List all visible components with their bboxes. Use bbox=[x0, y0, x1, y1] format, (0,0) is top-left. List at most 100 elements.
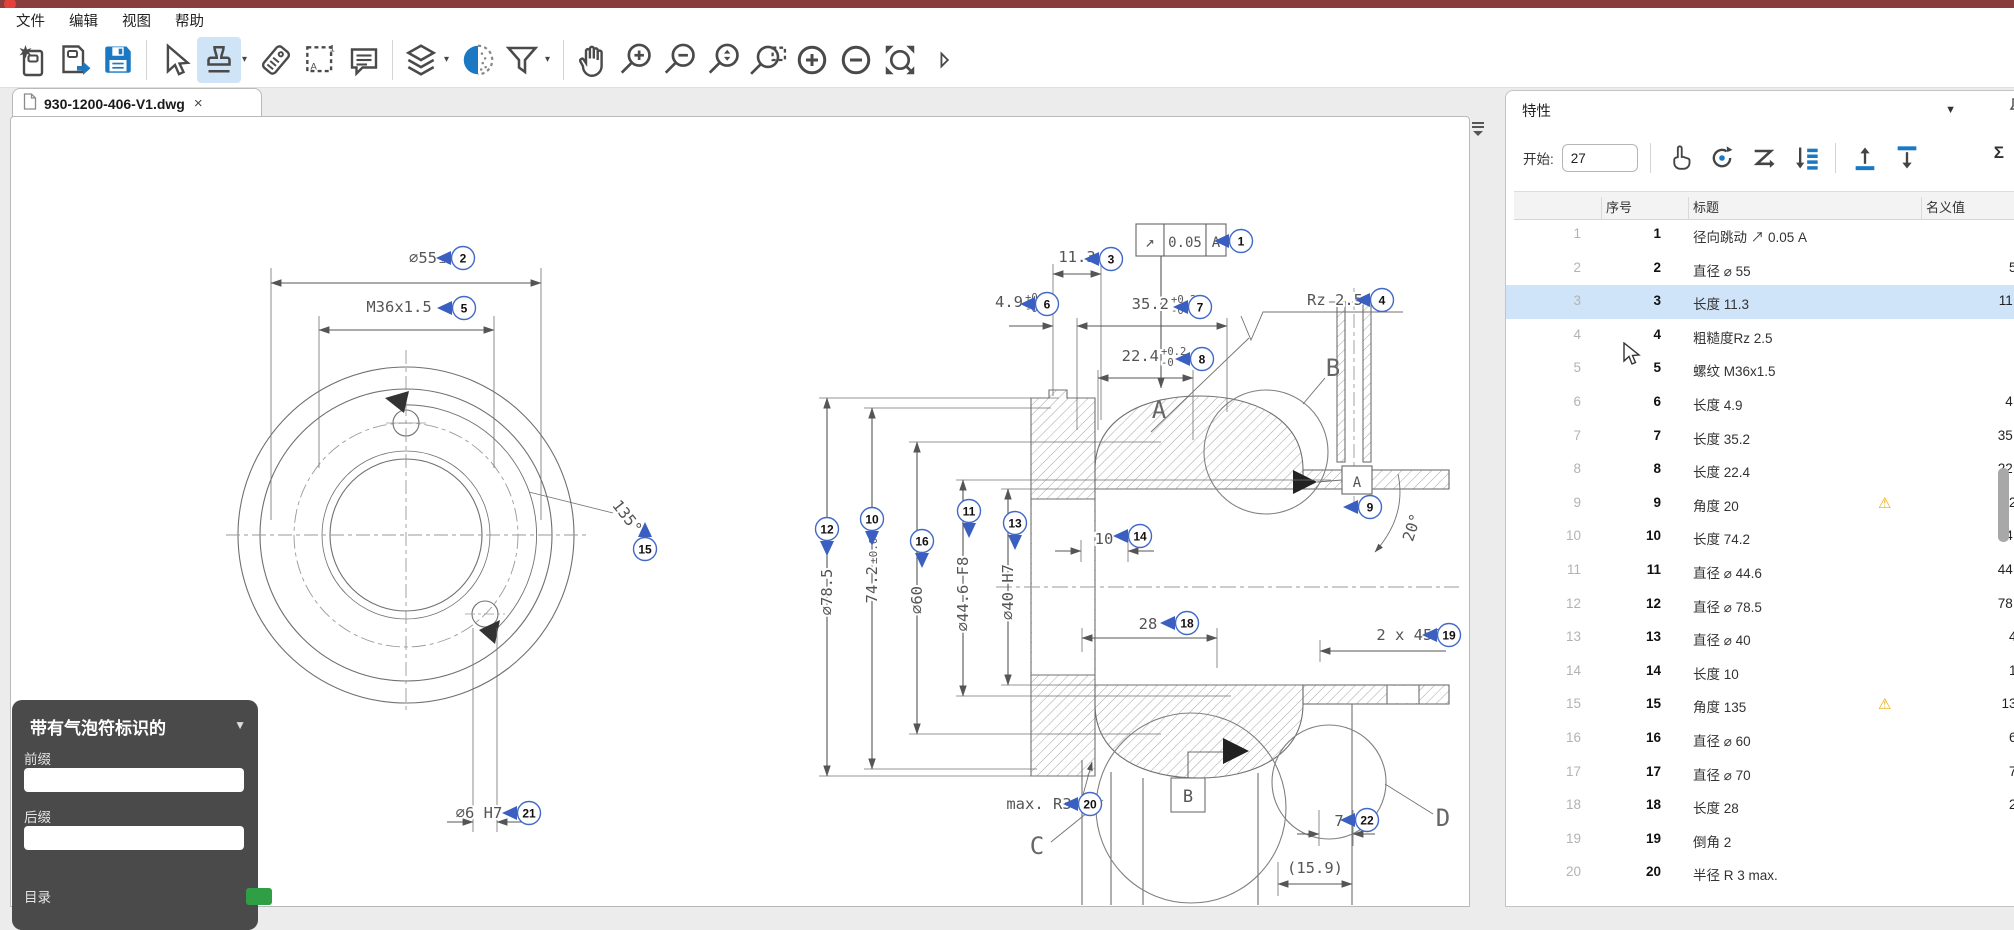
balloon-2[interactable]: 2 bbox=[436, 247, 475, 270]
table-row-16[interactable]: 1616直径 ⌀ 6060 bbox=[1506, 722, 2014, 756]
move-top-icon[interactable] bbox=[1848, 141, 1882, 175]
balloon-13[interactable]: 13 bbox=[1004, 512, 1027, 551]
filter-button[interactable] bbox=[500, 37, 544, 83]
tab-close-icon[interactable]: × bbox=[194, 95, 203, 112]
pointer-hand-icon[interactable] bbox=[1663, 141, 1697, 175]
sum-sigma-icon[interactable]: Σ bbox=[1994, 143, 2004, 163]
minus-circle-button[interactable] bbox=[834, 37, 878, 83]
column-header-nominal[interactable]: 名义值 bbox=[1926, 197, 1965, 216]
zoom-fit-button[interactable] bbox=[878, 37, 922, 83]
table-row-15[interactable]: 1515角度 135⚠135 bbox=[1506, 688, 2014, 722]
tab-list-icon[interactable] bbox=[1469, 120, 1489, 138]
table-row-1[interactable]: 11径向跳动 ↗ 0.05 A bbox=[1506, 218, 2014, 252]
prefix-input[interactable] bbox=[24, 768, 244, 792]
table-row-5[interactable]: 55螺纹 M36x1.5 bbox=[1506, 352, 2014, 386]
row-gutter-number: 16 bbox=[1506, 730, 1581, 745]
table-row-9[interactable]: 99角度 20⚠20 bbox=[1506, 487, 2014, 521]
layers-icon bbox=[402, 41, 440, 79]
plus-circle-button[interactable] bbox=[790, 37, 834, 83]
dropdown-chevron-icon[interactable]: ▾ bbox=[242, 54, 254, 65]
properties-panel-title: 特性 bbox=[1522, 100, 1551, 121]
panel-collapse-icon[interactable]: ▼ bbox=[1945, 104, 1956, 116]
start-number-input[interactable] bbox=[1562, 144, 1638, 172]
row-gutter-number: 1 bbox=[1506, 226, 1581, 241]
balloon-18[interactable]: 18 bbox=[1160, 612, 1199, 635]
svg-text:4.9: 4.9 bbox=[995, 293, 1023, 311]
drawing-geometry bbox=[226, 224, 1459, 905]
row-title: 直径 ⌀ 60 bbox=[1693, 730, 1751, 750]
balloon-10[interactable]: 10 bbox=[861, 508, 884, 547]
balloon-22[interactable]: 22 bbox=[1340, 809, 1379, 832]
select-region-button[interactable]: 1A bbox=[298, 37, 342, 83]
balloon-panel-collapse-icon[interactable]: ▼ bbox=[234, 718, 246, 732]
balloon-12[interactable]: 12 bbox=[816, 518, 839, 557]
zoom-window-button[interactable] bbox=[746, 37, 790, 83]
dim-text: 135° bbox=[608, 497, 645, 537]
move-bottom-icon[interactable] bbox=[1890, 141, 1924, 175]
balloon-5[interactable]: 5 bbox=[437, 297, 476, 320]
menu-item-0[interactable]: 文件 bbox=[16, 10, 45, 31]
balloon-markers[interactable]: 123456789101112131415161819202122 bbox=[436, 230, 1461, 832]
column-header-title[interactable]: 标题 bbox=[1693, 197, 1719, 216]
balloon-16[interactable]: 16 bbox=[911, 530, 934, 569]
row-no: 6 bbox=[1598, 394, 1661, 409]
balloon-9[interactable]: 9 bbox=[1343, 496, 1382, 519]
suffix-input[interactable] bbox=[24, 826, 244, 850]
table-row-3[interactable]: 33长度 11.311.3 bbox=[1506, 285, 2014, 319]
apply-button-partial[interactable] bbox=[246, 888, 272, 905]
balloon-11[interactable]: 11 bbox=[958, 500, 981, 539]
table-row-13[interactable]: 1313直径 ⌀ 4040 bbox=[1506, 621, 2014, 655]
sort-list-icon[interactable] bbox=[1789, 141, 1823, 175]
overflow-arrow-icon bbox=[937, 51, 951, 69]
zigzag-order-icon[interactable] bbox=[1747, 141, 1781, 175]
svg-text:12: 12 bbox=[820, 523, 834, 537]
column-header-no[interactable]: 序号 bbox=[1606, 197, 1632, 216]
menu-item-2[interactable]: 视图 bbox=[122, 10, 151, 31]
menu-item-1[interactable]: 编辑 bbox=[69, 10, 98, 31]
row-nominal: 11.3 bbox=[1906, 293, 2014, 308]
table-row-20[interactable]: 2020半径 R 3 max. bbox=[1506, 856, 2014, 890]
table-row-14[interactable]: 1414长度 1010 bbox=[1506, 655, 2014, 689]
compare-half-circle-button[interactable] bbox=[456, 37, 500, 83]
select-cursor-button[interactable] bbox=[153, 37, 197, 83]
balloon-stamp-button[interactable] bbox=[197, 37, 241, 83]
zoom-vertical-button[interactable] bbox=[702, 37, 746, 83]
balloon-14[interactable]: 14 bbox=[1113, 525, 1152, 548]
menu-item-3[interactable]: 帮助 bbox=[175, 10, 204, 31]
dropdown-chevron-icon[interactable]: ▾ bbox=[444, 54, 456, 65]
row-title: 径向跳动 ↗ 0.05 A bbox=[1693, 226, 1807, 246]
save-button[interactable] bbox=[96, 37, 140, 83]
table-row-17[interactable]: 1717直径 ⌀ 7070 bbox=[1506, 756, 2014, 790]
tag-button[interactable] bbox=[254, 37, 298, 83]
detail-letter-d: D bbox=[1436, 804, 1450, 832]
svg-text:⌀6 H7: ⌀6 H7 bbox=[456, 804, 503, 822]
row-gutter-number: 3 bbox=[1506, 293, 1581, 308]
panel-pin-icon[interactable] bbox=[2006, 97, 2014, 122]
zoom-out-button[interactable] bbox=[658, 37, 702, 83]
dropdown-chevron-icon[interactable]: ▾ bbox=[545, 54, 557, 65]
table-row-7[interactable]: 77长度 35.235.2 bbox=[1506, 420, 2014, 454]
layers-button[interactable] bbox=[399, 37, 443, 83]
table-row-4[interactable]: 44粗糙度Rz 2.5 bbox=[1506, 319, 2014, 353]
rotate-refresh-icon[interactable] bbox=[1705, 141, 1739, 175]
table-row-8[interactable]: 88长度 22.422.4 bbox=[1506, 453, 2014, 487]
new-document-button[interactable] bbox=[8, 37, 52, 83]
table-row-12[interactable]: 1212直径 ⌀ 78.578.5 bbox=[1506, 588, 2014, 622]
document-tab[interactable]: 930-1200-406-V1.dwg × bbox=[12, 88, 262, 118]
table-row-10[interactable]: 1010长度 74.274.2 bbox=[1506, 520, 2014, 554]
table-row-19[interactable]: 1919倒角 22 bbox=[1506, 823, 2014, 857]
balloon-21[interactable]: 21 bbox=[502, 802, 541, 825]
row-no: 9 bbox=[1598, 495, 1661, 510]
table-row-11[interactable]: 1111直径 ⌀ 44.644.6 bbox=[1506, 554, 2014, 588]
table-row-18[interactable]: 1818长度 2828 bbox=[1506, 789, 2014, 823]
zoom-in-button[interactable] bbox=[614, 37, 658, 83]
table-row-2[interactable]: 22直径 ⌀ 5555 bbox=[1506, 252, 2014, 286]
comment-icon bbox=[346, 41, 382, 79]
overflow-arrow-button[interactable] bbox=[922, 37, 966, 83]
table-row-6[interactable]: 66长度 4.94.9 bbox=[1506, 386, 2014, 420]
open-document-button[interactable] bbox=[52, 37, 96, 83]
comment-button[interactable] bbox=[342, 37, 386, 83]
table-scrollbar-thumb[interactable] bbox=[1998, 468, 2009, 542]
svg-text:max. R3: max. R3 bbox=[1006, 795, 1071, 813]
pan-hand-button[interactable] bbox=[570, 37, 614, 83]
